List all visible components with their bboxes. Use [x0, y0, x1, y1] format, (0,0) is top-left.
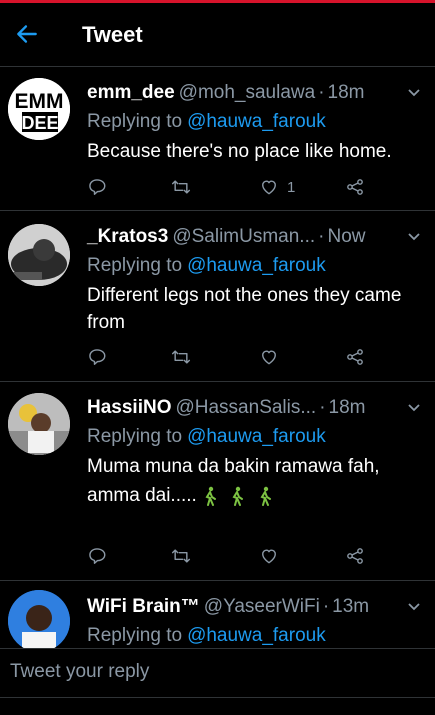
reply-compose-bar[interactable]: Tweet your reply	[0, 648, 435, 698]
like-button[interactable]: 1	[259, 176, 295, 198]
reply-icon	[89, 349, 106, 365]
replying-to-label: Replying to	[87, 426, 183, 447]
heart-icon	[262, 549, 276, 564]
share-icon	[347, 548, 363, 564]
mention-link[interactable]: @hauwa_farouk	[187, 426, 326, 447]
display-name[interactable]: WiFi Brain™	[87, 596, 200, 617]
share-button[interactable]	[345, 545, 365, 567]
like-button[interactable]	[259, 545, 279, 567]
tweet-text: Different legs not the ones they came fr…	[87, 285, 402, 333]
share-icon	[347, 349, 363, 365]
separator-dot: ·	[319, 397, 326, 418]
user-handle[interactable]: @HassanSalis...	[175, 397, 316, 418]
user-handle[interactable]: @YaseerWiFi	[204, 596, 320, 617]
tweet-meta: WiFi Brain™ @YaseerWiFi · 13m	[87, 594, 405, 620]
chevron-down-icon[interactable]	[407, 88, 421, 98]
timestamp: Now	[327, 226, 366, 247]
replying-to-label: Replying to	[87, 111, 183, 132]
reply-icon	[89, 179, 106, 195]
user-handle[interactable]: @moh_saulawa	[179, 82, 316, 103]
user-photo-icon	[8, 590, 70, 648]
person-walking-emoji-icon	[205, 486, 217, 506]
reply-button[interactable]	[87, 176, 107, 198]
display-name[interactable]: HassiiNO	[87, 397, 171, 418]
retweet-button[interactable]	[171, 545, 191, 567]
tweet-actions: 1	[87, 176, 377, 198]
avatar[interactable]	[8, 224, 70, 286]
heart-icon	[262, 350, 276, 365]
timestamp: 18m	[327, 82, 365, 103]
chevron-down-icon[interactable]	[407, 602, 421, 612]
tweet-meta: _Kratos3 @SalimUsman... · Now	[87, 224, 405, 250]
reply-tweet[interactable]: HassiiNO @HassanSalis... · 18m Replying to @…	[0, 383, 435, 581]
replying-to-label: Replying to	[87, 625, 183, 646]
replying-to: Replying to @hauwa_farouk	[87, 424, 326, 450]
like-count: 1	[287, 178, 296, 196]
svg-text:DEE: DEE	[21, 113, 58, 133]
replying-to: Replying to @hauwa_farouk	[87, 109, 326, 135]
replying-to-label: Replying to	[87, 255, 183, 276]
reply-button[interactable]	[87, 545, 107, 567]
share-icon	[347, 179, 363, 195]
reply-button[interactable]	[87, 346, 107, 368]
tweet-text: Muma muna da bakin ramawa fah, amma dai.…	[87, 453, 417, 509]
user-handle[interactable]: @SalimUsman...	[172, 226, 315, 247]
display-name[interactable]: emm_dee	[87, 82, 175, 103]
separator-dot: ·	[318, 226, 325, 247]
svg-text:EMM: EMM	[15, 90, 64, 113]
avatar[interactable]: EMM DEE	[8, 78, 70, 140]
retweet-icon	[171, 350, 191, 364]
user-photo-icon	[8, 393, 70, 455]
tweet-actions	[87, 346, 377, 368]
app-header: Tweet	[0, 3, 435, 67]
back-arrow-icon[interactable]	[14, 21, 40, 47]
timestamp: 13m	[332, 596, 370, 617]
mention-link[interactable]: @hauwa_farouk	[187, 625, 326, 646]
share-button[interactable]	[345, 346, 365, 368]
reply-tweet[interactable]: WiFi Brain™ @YaseerWiFi · 13m Replying to @h…	[0, 582, 435, 648]
person-walking-emoji-icon	[232, 486, 244, 506]
retweet-button[interactable]	[171, 346, 191, 368]
tweet-text: Because there's no place like home.	[87, 141, 392, 162]
heart-icon	[262, 180, 276, 195]
reply-input[interactable]: Tweet your reply	[10, 661, 149, 683]
tweet-meta: emm_dee @moh_saulawa · 18m	[87, 80, 405, 106]
reply-tweet[interactable]: EMM DEE emm_dee @moh_saulawa · 18m Replying…	[0, 68, 435, 211]
display-name[interactable]: _Kratos3	[87, 226, 168, 247]
tweet-actions	[87, 545, 377, 567]
mention-link[interactable]: @hauwa_farouk	[187, 111, 326, 132]
chevron-down-icon[interactable]	[407, 232, 421, 242]
chevron-down-icon[interactable]	[407, 403, 421, 413]
separator-dot: ·	[318, 82, 325, 103]
separator-dot: ·	[322, 596, 330, 617]
user-photo-icon	[8, 224, 70, 286]
reply-tweet[interactable]: _Kratos3 @SalimUsman... · Now Replying to @h…	[0, 212, 435, 382]
emoji-row	[202, 482, 279, 509]
replying-to: Replying to @hauwa_farouk	[87, 253, 326, 279]
replying-to: Replying to @hauwa_farouk	[87, 623, 326, 648]
tweet-meta: HassiiNO @HassanSalis... · 18m	[87, 395, 405, 421]
retweet-button[interactable]	[171, 176, 191, 198]
retweet-icon	[171, 549, 191, 563]
mention-link[interactable]: @hauwa_farouk	[187, 255, 326, 276]
avatar[interactable]	[8, 393, 70, 455]
emm-dee-logo-icon: EMM DEE	[8, 78, 70, 140]
reply-icon	[89, 548, 106, 564]
like-button[interactable]	[259, 346, 279, 368]
page-title: Tweet	[82, 22, 143, 47]
share-button[interactable]	[345, 176, 365, 198]
avatar[interactable]	[8, 590, 70, 648]
timestamp: 18m	[328, 397, 366, 418]
person-walking-emoji-icon	[260, 486, 271, 506]
retweet-icon	[171, 180, 191, 194]
